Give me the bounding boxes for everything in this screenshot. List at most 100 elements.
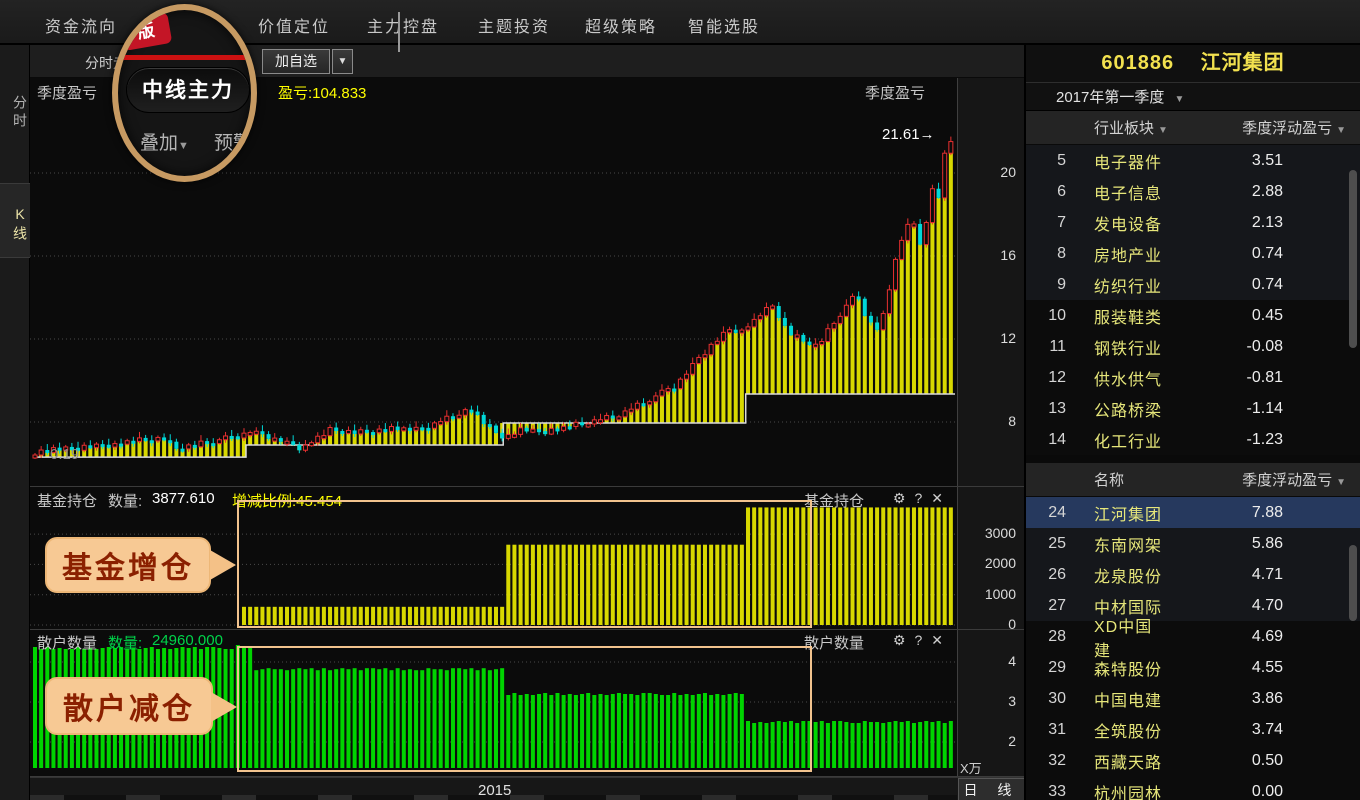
app-window: 资金流向价值定位主力控盘主题投资超级策略智能选股 分时 K线 分时走势 ▼ 加自… xyxy=(0,0,1360,800)
table-row[interactable]: 27中材国际4.70 xyxy=(1026,590,1360,621)
stock-table-header: 名称 季度浮动盈亏▼ xyxy=(1026,463,1360,497)
menu-item-4[interactable]: 主题投资 xyxy=(478,13,550,37)
table-row[interactable]: 25东南网架5.86 xyxy=(1026,528,1360,559)
fund-window-title: 基金持仓 xyxy=(804,490,864,511)
menu-divider xyxy=(398,12,400,52)
overlay-button[interactable]: 叠加▼ xyxy=(140,128,189,155)
time-axis-bar: 2015 日 线 X万 xyxy=(30,777,1024,800)
row-value: 4.69 xyxy=(1163,628,1283,646)
magnifier-highlight-circle: 版 中线主力 叠加▼ 预警 xyxy=(112,4,257,182)
col-quarter-pl[interactable]: 季度浮动盈亏▼ xyxy=(1242,469,1346,490)
table-row[interactable]: 29森特股份4.55 xyxy=(1026,652,1360,683)
row-rank: 29 xyxy=(1026,659,1066,677)
table-row[interactable]: 30中国电建3.86 xyxy=(1026,683,1360,714)
help-icon[interactable]: ? xyxy=(914,632,931,648)
menu-item-2[interactable]: 价值定位 xyxy=(258,13,330,37)
close-icon[interactable]: ✕ xyxy=(931,632,952,648)
table-row[interactable]: 11钢铁行业-0.08 xyxy=(1026,331,1360,362)
period-daily-button[interactable]: 日 线 xyxy=(958,778,1024,800)
help-icon[interactable]: ? xyxy=(914,490,931,506)
right-sidebar-panel: 601886 江河集团 2017年第一季度 ▼ 行业板块▼ 季度浮动盈亏▼ 5电… xyxy=(1024,45,1360,800)
row-value: -0.08 xyxy=(1163,338,1283,356)
industry-table: 5电子器件3.516电子信息2.887发电设备2.138房地产业0.74 9 纺织行… xyxy=(1026,145,1360,455)
tab-intraday[interactable]: 分时 xyxy=(0,83,30,143)
close-icon[interactable]: ✕ xyxy=(931,490,952,506)
main-legend-right: 季度盈亏 xyxy=(865,82,925,103)
callout-arrow-icon xyxy=(210,550,236,580)
y-axis-tick: 2000 xyxy=(985,555,1016,571)
retail-y-axis: 432 xyxy=(957,630,1024,776)
stock-name: 江河集团 xyxy=(1201,52,1285,74)
row-value: -1.23 xyxy=(1163,431,1283,449)
sort-arrow-icon: ▼ xyxy=(1158,125,1168,136)
row-value: 3.86 xyxy=(1163,690,1283,708)
row-rank: 31 xyxy=(1026,721,1066,739)
scrollbar-thumb[interactable] xyxy=(1349,545,1357,621)
period-selector[interactable]: 2017年第一季度 ▼ xyxy=(1026,82,1360,111)
table-row[interactable]: 12供水供气-0.81 xyxy=(1026,362,1360,393)
gear-icon[interactable]: ⚙ xyxy=(893,632,915,648)
row-name: 公路桥梁 xyxy=(1094,397,1163,421)
add-watchlist-button[interactable]: 加自选 xyxy=(262,49,330,74)
row-value: 5.86 xyxy=(1163,535,1283,553)
menu-item-1[interactable]: 资金流向 xyxy=(45,13,117,37)
midline-main-force-button[interactable]: 中线主力 xyxy=(126,67,250,113)
table-row[interactable]: 8房地产业0.74 xyxy=(1026,238,1360,269)
table-row[interactable]: 28XD中国建4.69 xyxy=(1026,621,1360,652)
menu-item-3[interactable]: 主力控盘 xyxy=(367,13,439,37)
menu-item-6[interactable]: 智能选股 xyxy=(688,13,760,37)
tab-kline[interactable]: K线 xyxy=(0,183,30,258)
row-name: 纺织行业 xyxy=(1094,273,1163,297)
retail-qty-value: 24960.000 xyxy=(152,632,223,649)
active-tab-underline xyxy=(112,55,257,60)
pl-value: 盈亏:104.833 xyxy=(278,82,366,103)
row-name: 江河集团 xyxy=(1094,501,1163,525)
row-rank: 30 xyxy=(1026,690,1066,708)
main-y-axis: 2016128 xyxy=(957,78,1024,486)
col-industry[interactable]: 行业板块▼ xyxy=(1094,117,1168,138)
industry-table-header: 行业板块▼ 季度浮动盈亏▼ xyxy=(1026,111,1360,145)
row-name: 服装鞋类 xyxy=(1094,304,1163,328)
gear-icon[interactable]: ⚙ xyxy=(893,490,915,506)
row-value: 4.55 xyxy=(1163,659,1283,677)
table-row[interactable]: 14化工行业-1.23 xyxy=(1026,424,1360,455)
retail-window-title: 散户数量 xyxy=(804,632,864,653)
scrollbar-thumb[interactable] xyxy=(1349,170,1357,348)
row-value: -1.14 xyxy=(1163,400,1283,418)
col-name[interactable]: 名称 xyxy=(1094,469,1124,490)
row-name: 龙泉股份 xyxy=(1094,563,1163,587)
table-row[interactable]: 6电子信息2.88 xyxy=(1026,176,1360,207)
row-rank: 9 xyxy=(1026,276,1066,294)
y-axis-tick: 12 xyxy=(1000,330,1016,346)
table-row[interactable]: 26龙泉股份4.71 xyxy=(1026,559,1360,590)
add-watchlist-dropdown-button[interactable]: ▼ xyxy=(332,49,353,74)
stock-table: 24江河集团7.8825东南网架5.8626龙泉股份4.7127中材国际4.70… xyxy=(1026,497,1360,800)
table-row[interactable]: 13公路桥梁-1.14 xyxy=(1026,393,1360,424)
table-row[interactable]: 5电子器件3.51 xyxy=(1026,145,1360,176)
row-value: 4.70 xyxy=(1163,597,1283,615)
row-rank: 10 xyxy=(1026,307,1066,325)
fund-qty-label: 数量: xyxy=(108,490,142,511)
alert-button[interactable]: 预警 xyxy=(214,128,252,155)
table-row[interactable]: 7发电设备2.13 xyxy=(1026,207,1360,238)
table-row[interactable]: 33杭州园林0.00 xyxy=(1026,776,1360,800)
row-value: 0.00 xyxy=(1163,783,1283,800)
row-name: 钢铁行业 xyxy=(1094,335,1163,359)
table-row[interactable]: 10服装鞋类0.45 xyxy=(1026,300,1360,331)
row-name: 供水供气 xyxy=(1094,366,1163,390)
table-row[interactable]: 9纺织行业0.74 xyxy=(1026,269,1360,300)
stock-title: 601886 江河集团 xyxy=(1026,45,1360,82)
min-price-label: 0.19 xyxy=(50,446,79,463)
y-axis-tick: 20 xyxy=(1000,164,1016,180)
sort-arrow-icon: ▼ xyxy=(1336,125,1346,136)
table-row[interactable]: 31全筑股份3.74 xyxy=(1026,714,1360,745)
col-quarter-pl[interactable]: 季度浮动盈亏▼ xyxy=(1242,117,1346,138)
table-row[interactable]: 24江河集团7.88 xyxy=(1026,497,1360,528)
fund-y-axis: 3000200010000 xyxy=(957,487,1024,629)
retail-decrease-callout: 散户减仓 xyxy=(45,677,213,735)
menu-item-5[interactable]: 超级策略 xyxy=(585,13,657,37)
row-name: 西藏天路 xyxy=(1094,749,1163,773)
chevron-down-icon: ▼ xyxy=(1175,94,1185,105)
peak-price-annotation: 21.61→ xyxy=(882,126,935,143)
table-row[interactable]: 32西藏天路0.50 xyxy=(1026,745,1360,776)
